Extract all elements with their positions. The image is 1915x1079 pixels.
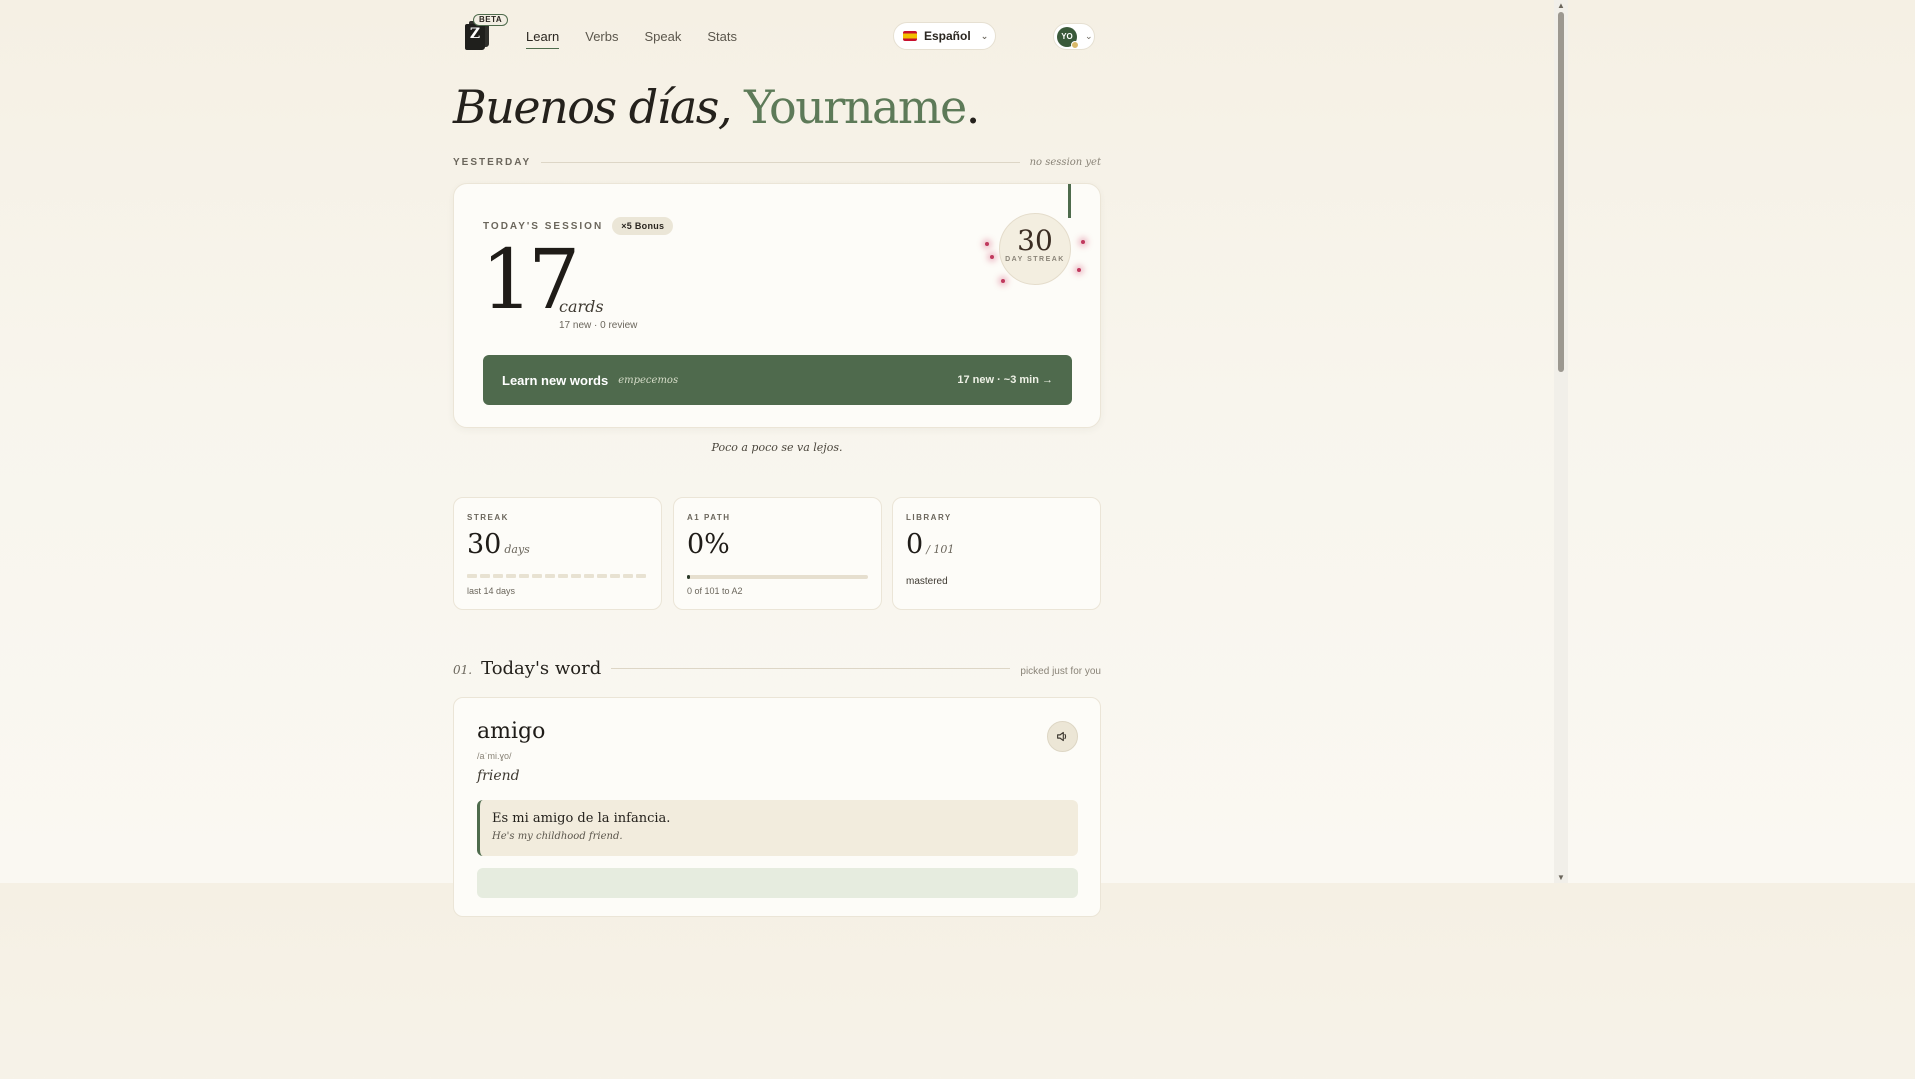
proverb: Poco a poco se va lejos.	[711, 441, 843, 454]
nav-links: Learn Verbs Speak Stats	[526, 29, 737, 49]
avatar: YO	[1057, 27, 1079, 49]
example-sentence: Es mi amigo de la infancia. He's my chil…	[477, 800, 1078, 856]
greeting-heading: Buenos días, Yourname.	[453, 80, 981, 134]
greeting-hello: Buenos días,	[453, 80, 733, 134]
path-stat-card: A1 PATH 0% 0 of 101 to A2	[673, 497, 882, 610]
play-audio-button[interactable]	[1047, 721, 1078, 752]
divider	[611, 668, 1011, 669]
stat-label: STREAK	[467, 513, 509, 522]
bonus-badge: ×5 Bonus	[612, 217, 674, 235]
section-subtitle: picked just for you	[1020, 666, 1101, 677]
stat-value: 0/ 101	[906, 529, 954, 560]
logo-letter: Z	[469, 26, 481, 42]
session-card: TODAY'S SESSION ×5 Bonus 17 cards 17 new…	[453, 183, 1101, 428]
divider	[541, 162, 1020, 163]
streak-day-mark	[636, 574, 646, 578]
library-value: 0	[906, 529, 924, 560]
sparkle-icon	[990, 255, 994, 259]
streak-day-mark	[467, 574, 477, 578]
example-spanish: Es mi amigo de la infancia.	[492, 811, 671, 826]
language-selector[interactable]: Español ⌄	[893, 22, 996, 50]
session-accent-bar	[1068, 184, 1071, 218]
streak-badge-number: 30	[1017, 224, 1053, 257]
streak-badge: 30 DAY STREAK	[999, 213, 1071, 285]
section-number: 01.	[453, 663, 473, 677]
path-progress-fill	[687, 575, 690, 579]
word-tip	[477, 868, 1078, 898]
todays-word-header: 01. Today's word picked just for you	[453, 658, 1101, 679]
todays-word-card: amigo /aˈmi.ɣo/ friend Es mi amigo de la…	[453, 697, 1101, 917]
spain-flag-icon	[903, 31, 917, 41]
library-total: / 101	[926, 543, 955, 556]
sparkle-icon	[1077, 268, 1081, 272]
yesterday-label: YESTERDAY	[453, 157, 532, 168]
streak-history	[467, 574, 646, 578]
streak-value: 30	[467, 529, 502, 560]
streak-day-mark	[532, 574, 542, 578]
nav-speak[interactable]: Speak	[645, 29, 682, 49]
section-title: Today's word	[481, 658, 602, 679]
streak-day-mark	[597, 574, 607, 578]
greeting-name: Yourname	[744, 80, 967, 134]
speaker-icon	[1057, 731, 1067, 742]
nav-verbs[interactable]: Verbs	[585, 29, 618, 49]
session-breakdown: 17 new · 0 review	[559, 320, 638, 331]
streak-day-mark	[558, 574, 568, 578]
account-menu[interactable]: YO ⌄	[1053, 23, 1095, 50]
avatar-badge-icon	[1071, 41, 1079, 49]
nav-learn[interactable]: Learn	[526, 29, 560, 49]
greeting-period: .	[965, 80, 981, 134]
streak-day-mark	[545, 574, 555, 578]
streak-day-mark	[623, 574, 633, 578]
stat-footer: last 14 days	[467, 586, 516, 596]
stat-label: LIBRARY	[906, 513, 952, 522]
cta-spanish: empecemos	[618, 374, 679, 386]
avatar-initials: YO	[1061, 32, 1073, 41]
scrollbar[interactable]: ▲ ▼	[1554, 0, 1568, 883]
sparkle-icon	[1081, 240, 1085, 244]
streak-badge-label: DAY STREAK	[1005, 256, 1065, 263]
stat-footer: mastered	[906, 576, 948, 587]
streak-day-mark	[610, 574, 620, 578]
beta-badge: BETA	[473, 14, 509, 26]
library-stat-card: LIBRARY 0/ 101 mastered	[892, 497, 1101, 610]
scroll-up-icon[interactable]: ▲	[1557, 1, 1565, 10]
nav-stats[interactable]: Stats	[707, 29, 737, 49]
example-english: He's my childhood friend.	[492, 831, 623, 842]
session-unit: cards	[559, 297, 604, 316]
cta-meta: 17 new · ~3 min →	[957, 374, 1053, 386]
learn-new-words-button[interactable]: Learn new words empecemos 17 new · ~3 mi…	[483, 355, 1072, 405]
streak-stat-card: STREAK 30 days last 14 days	[453, 497, 662, 610]
streak-day-mark	[584, 574, 594, 578]
app-logo[interactable]: Z BETA	[463, 14, 509, 54]
top-nav: Z BETA Learn Verbs Speak Stats Español ⌄…	[463, 12, 1095, 62]
chevron-down-icon: ⌄	[980, 30, 989, 41]
streak-day-mark	[506, 574, 516, 578]
session-title: TODAY'S SESSION	[483, 220, 604, 232]
word-pronunciation: /aˈmi.ɣo/	[477, 751, 512, 761]
yesterday-status: no session yet	[1029, 157, 1101, 168]
sparkle-icon	[1001, 279, 1005, 283]
path-progress-bar	[687, 575, 868, 579]
scroll-down-icon[interactable]: ▼	[1557, 873, 1565, 882]
streak-day-mark	[571, 574, 581, 578]
stat-label: A1 PATH	[687, 513, 731, 522]
stat-footer: 0 of 101 to A2	[687, 586, 743, 596]
stat-value: 0%	[687, 529, 730, 560]
chevron-down-icon: ⌄	[1085, 31, 1093, 41]
cta-label: Learn new words	[502, 372, 609, 388]
stat-value: 30 days	[467, 529, 530, 560]
streak-unit: days	[504, 543, 530, 556]
streak-day-mark	[493, 574, 503, 578]
word: amigo	[477, 719, 546, 744]
language-label: Español	[924, 29, 971, 43]
word-translation: friend	[477, 768, 520, 784]
streak-day-mark	[519, 574, 529, 578]
yesterday-row: YESTERDAY no session yet	[453, 157, 1101, 168]
streak-day-mark	[480, 574, 490, 578]
sparkle-icon	[985, 242, 989, 246]
scrollbar-thumb[interactable]	[1558, 12, 1564, 372]
